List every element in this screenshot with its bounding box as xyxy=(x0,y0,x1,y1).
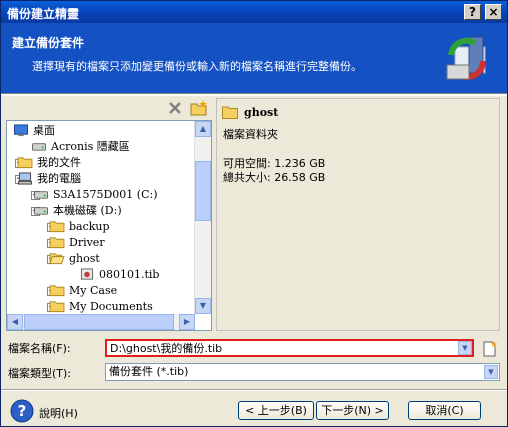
drive-icon xyxy=(32,143,46,151)
tree-item-label: Acronis 隱藏區 xyxy=(51,140,130,153)
tree-item[interactable]: +My Documents xyxy=(7,299,195,315)
filetype-label: 檔案類型(T): xyxy=(8,367,72,380)
scroll-down-button[interactable]: ▼ xyxy=(195,298,211,314)
tree-item-label: 桌面 xyxy=(33,124,55,137)
tree-item[interactable]: +Driver xyxy=(7,235,195,251)
tree-item-label: My Documents xyxy=(69,300,153,313)
window-title: 備份建立精靈 xyxy=(7,7,80,21)
tree-item[interactable]: +我的文件 xyxy=(7,155,195,171)
folder-icon xyxy=(49,221,65,233)
tree-item-label: Driver xyxy=(69,236,105,249)
back-button[interactable]: < 上一步(B) xyxy=(238,401,314,420)
folder-tree[interactable]: 桌面 Acronis 隱藏區 +我的文件−我的電腦+S3A1575D001 (C:)… xyxy=(6,120,212,331)
help-link[interactable]: 說明(H) xyxy=(39,405,78,421)
tree-item-label: S3A1575D001 (C:) xyxy=(53,188,158,201)
scroll-up-button[interactable]: ▲ xyxy=(195,121,211,137)
hscroll-thumb[interactable] xyxy=(24,314,174,330)
scroll-right-button[interactable]: ▶ xyxy=(179,314,195,330)
desktop-icon xyxy=(14,124,28,137)
tree-item[interactable]: −本機磁碟 (D:) xyxy=(7,203,195,219)
tree-item[interactable]: −我的電腦 xyxy=(7,171,195,187)
delete-icon[interactable] xyxy=(167,100,183,116)
computer-icon xyxy=(18,172,32,185)
tree-item-label: ghost xyxy=(69,252,100,265)
folder-type: 檔案資料夾 xyxy=(223,128,278,141)
filetype-value: 備份套件 (*.tib) xyxy=(109,365,189,378)
filename-label: 檔案名稱(F): xyxy=(8,342,71,355)
tree-vertical-scrollbar[interactable]: ▲ ▼ xyxy=(194,121,211,314)
help-title-button[interactable]: ? xyxy=(464,4,481,20)
tree-item-label: 080101.tib xyxy=(99,268,160,281)
filetype-dropdown-button[interactable]: ▼ xyxy=(484,365,498,379)
tree-item[interactable]: −ghost xyxy=(7,251,195,267)
step-description: 選擇現有的檔案只添加變更備份或輸入新的檔案名稱進行完整備份。 xyxy=(32,60,362,73)
folder-name: ghost xyxy=(244,106,279,119)
help-icon[interactable]: ? xyxy=(10,399,34,423)
scroll-thumb[interactable] xyxy=(195,161,211,221)
new-file-icon[interactable] xyxy=(482,341,498,357)
folder-icon xyxy=(49,301,65,313)
new-folder-icon[interactable] xyxy=(190,99,208,116)
filename-dropdown-button[interactable]: ▼ xyxy=(458,341,472,355)
folder-open-icon xyxy=(49,253,65,265)
backup-wizard-icon xyxy=(446,36,487,81)
drive-icon xyxy=(34,207,48,215)
tree-item-label: 我的電腦 xyxy=(37,172,81,185)
header-divider xyxy=(1,93,507,96)
folder-info-panel: ghost 檔案資料夾 可用空間: 1.236 GB 總共大小: 26.58 G… xyxy=(216,98,500,331)
wizard-header: 建立備份套件 選擇現有的檔案只添加變更備份或輸入新的檔案名稱進行完整備份。 xyxy=(1,23,507,93)
tree-item-label: My Case xyxy=(69,284,118,297)
tree-item[interactable]: +backup xyxy=(7,219,195,235)
close-button[interactable]: × xyxy=(485,4,502,20)
archive-icon xyxy=(80,268,94,280)
tree-item-label: 本機磁碟 (D:) xyxy=(53,204,122,217)
drive-icon xyxy=(34,191,48,199)
next-button[interactable]: 下一步(N) > xyxy=(316,401,389,420)
title-bar: 備份建立精靈 ? × xyxy=(1,1,507,23)
filename-value: D:\ghost\我的備份.tib xyxy=(110,342,223,355)
tree-item[interactable]: +My Case xyxy=(7,283,195,299)
tree-horizontal-scrollbar[interactable]: ◀ ▶ xyxy=(7,314,195,330)
folder-icon xyxy=(17,157,33,169)
step-title: 建立備份套件 xyxy=(12,36,85,50)
filetype-select[interactable]: 備份套件 (*.tib) ▼ xyxy=(105,363,500,381)
tree-item[interactable]: Acronis 隱藏區 xyxy=(7,139,195,155)
tree-item-label: 我的文件 xyxy=(37,156,81,169)
scroll-left-button[interactable]: ◀ xyxy=(7,314,23,330)
cancel-button[interactable]: 取消(C) xyxy=(408,401,481,420)
folder-icon xyxy=(49,285,65,297)
wizard-window: 備份建立精靈 ? × 建立備份套件 選擇現有的檔案只添加變更備份或輸入新的檔案名… xyxy=(0,0,508,427)
filename-input[interactable]: D:\ghost\我的備份.tib ▼ xyxy=(105,339,474,357)
tree-item[interactable]: 桌面 xyxy=(7,123,195,139)
tree-item[interactable]: +S3A1575D001 (C:) xyxy=(7,187,195,203)
tree-item[interactable]: 080101.tib xyxy=(7,267,195,283)
folder-icon xyxy=(49,237,65,249)
footer-separator xyxy=(1,389,507,391)
total-size: 總共大小: 26.58 GB xyxy=(223,171,326,184)
tree-item-label: backup xyxy=(69,220,110,233)
svg-text:?: ? xyxy=(18,402,27,420)
folder-icon xyxy=(222,106,238,119)
